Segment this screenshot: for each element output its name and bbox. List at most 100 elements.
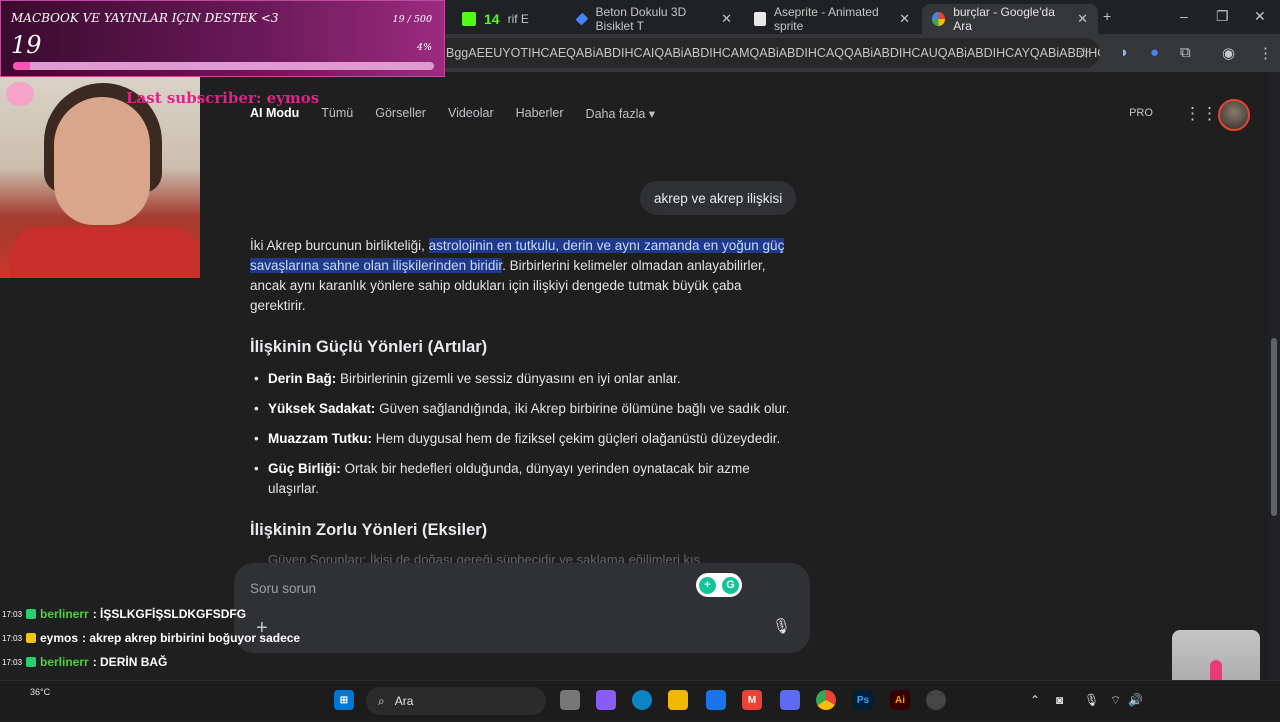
bullet-text: Hem duygusal hem de fiziksel çekim güçle… bbox=[372, 431, 781, 446]
bullet-term: Yüksek Sadakat: bbox=[268, 401, 376, 416]
wifi-icon[interactable]: ⌔ bbox=[1110, 693, 1121, 708]
taskbar-search-label: Ara bbox=[394, 694, 414, 708]
kirby-icon bbox=[6, 82, 34, 106]
weather-widget[interactable]: 36°C bbox=[30, 687, 50, 697]
chat-text: : DERİN BAĞ bbox=[92, 655, 168, 669]
bullet-term: Derin Bağ: bbox=[268, 371, 337, 386]
volume-icon[interactable]: 🔊 bbox=[1128, 693, 1143, 707]
chat-message: 17:03 berlinerr: DERİN BAĞ bbox=[2, 650, 422, 674]
chat-username: berlinerr bbox=[40, 607, 89, 621]
aseprite-icon bbox=[754, 12, 766, 26]
add-icon: + bbox=[699, 576, 716, 594]
microphone-icon[interactable]: 🎙 bbox=[1084, 693, 1099, 707]
webcam-overlay bbox=[0, 77, 200, 278]
tab-label: burçlar - Google'da Ara bbox=[953, 5, 1055, 33]
outlook-icon[interactable] bbox=[706, 690, 726, 710]
shazam-icon[interactable]: ● bbox=[1150, 44, 1159, 61]
tab-label: Beton Dokulu 3D Bisiklet T bbox=[595, 5, 687, 33]
app-icon[interactable] bbox=[926, 690, 946, 710]
scrollbar-thumb[interactable] bbox=[1271, 338, 1277, 516]
pros-list: Derin Bağ: Birbirlerinin gizemli ve sess… bbox=[250, 369, 798, 509]
close-window-button[interactable]: ✕ bbox=[1254, 8, 1266, 25]
chat-message: 17:03 eymos: akrep akrep birbirini boğuyo… bbox=[2, 626, 422, 650]
tab-beton[interactable]: Beton Dokulu 3D Bisiklet T ✕ bbox=[566, 4, 742, 34]
tab-more[interactable]: Daha fazla ▾ bbox=[586, 106, 656, 121]
microphone-icon[interactable]: 🎙 bbox=[772, 617, 791, 635]
chat-text: : İŞSLKGFİŞSLDKGFSDFG bbox=[92, 607, 247, 621]
file-explorer-icon[interactable] bbox=[668, 690, 688, 710]
tab-burclar[interactable]: burçlar - Google'da Ara ✕ bbox=[922, 4, 1098, 34]
goal-progress-track bbox=[13, 62, 434, 70]
bullet-text: Güven sağlandığında, iki Akrep birbirine… bbox=[375, 401, 790, 416]
chat-badge-icon bbox=[26, 633, 36, 643]
webcam-figure bbox=[10, 227, 200, 278]
minimize-button[interactable]: – bbox=[1180, 8, 1188, 24]
tray-chevron-icon[interactable]: ⌃ bbox=[1030, 693, 1040, 707]
google-icon bbox=[932, 12, 946, 26]
maximize-button[interactable]: ❐ bbox=[1216, 8, 1229, 25]
profile-icon[interactable]: ◉ bbox=[1222, 44, 1235, 62]
address-bar[interactable]: BggAEEUYOTIHCAEQABiABDIHCAIQABiABDIHCAMQ… bbox=[430, 38, 1100, 68]
bullet-text: Ortak bir hedefleri olduğunda, dünyayı y… bbox=[268, 461, 750, 496]
tab-label: Aseprite - Animated sprite bbox=[773, 5, 879, 33]
search-icon: ⌕ bbox=[378, 693, 385, 708]
tab-news[interactable]: Haberler bbox=[516, 106, 564, 121]
bullet-term: Muazzam Tutku: bbox=[268, 431, 372, 446]
photoshop-icon[interactable]: Ps bbox=[853, 690, 873, 710]
menu-icon[interactable]: ⋮ bbox=[1258, 44, 1273, 62]
grammarly-icon: G bbox=[722, 576, 739, 594]
gemini-icon bbox=[575, 12, 589, 26]
answer-text: İki Akrep burcunun birlikteliği, bbox=[250, 238, 429, 253]
grammarly-badge[interactable]: + G bbox=[696, 573, 742, 597]
copilot-icon[interactable] bbox=[596, 690, 616, 710]
ai-answer-paragraph: İki Akrep burcunun birlikteliği, astrolo… bbox=[250, 236, 798, 316]
kick-icon bbox=[462, 12, 476, 26]
page-scrollbar[interactable] bbox=[1268, 72, 1280, 680]
chat-username: eymos bbox=[40, 631, 79, 645]
chat-badge-icon bbox=[26, 657, 36, 667]
edge-icon[interactable] bbox=[632, 690, 652, 710]
tab-label: rif E bbox=[507, 12, 529, 26]
chat-time: 17:03 bbox=[2, 609, 23, 619]
search-input[interactable]: Soru sorun bbox=[250, 581, 316, 596]
donation-goal-widget: MACBOOK VE YAYINLAR IÇIN DESTEK <3 19 / … bbox=[0, 0, 445, 77]
extensions-icon[interactable]: ⧉ bbox=[1180, 44, 1191, 61]
chat-badge-icon bbox=[26, 609, 36, 619]
chrome-icon[interactable] bbox=[816, 690, 836, 710]
illustrator-icon[interactable]: Ai bbox=[890, 690, 910, 710]
close-tab-icon[interactable]: ✕ bbox=[1077, 11, 1088, 27]
user-query-bubble: akrep ve akrep ilişkisi bbox=[640, 181, 797, 215]
heading-pros: İlişkinin Güçlü Yönleri (Artılar) bbox=[250, 338, 488, 356]
list-item: Yüksek Sadakat: Güven sağlandığında, iki… bbox=[250, 399, 798, 419]
list-item: Güç Birliği: Ortak bir hedefleri olduğun… bbox=[250, 459, 798, 499]
avatar[interactable] bbox=[1218, 99, 1250, 131]
goal-current: 19 bbox=[11, 31, 42, 59]
app-icon[interactable] bbox=[780, 690, 800, 710]
last-subscriber-label: Last subscriber: eymos bbox=[126, 89, 320, 107]
new-tab-button[interactable]: + bbox=[1103, 8, 1111, 24]
goal-count: 19 / 500 bbox=[392, 14, 432, 25]
start-icon[interactable]: ⊞ bbox=[334, 690, 354, 710]
gmail-icon[interactable]: M bbox=[742, 690, 762, 710]
bookmark-star-icon[interactable]: ☆ bbox=[1077, 44, 1090, 62]
taskbar-search[interactable]: ⌕ Ara bbox=[366, 687, 546, 715]
tab-images[interactable]: Görseller bbox=[375, 106, 426, 121]
goal-title: MACBOOK VE YAYINLAR IÇIN DESTEK <3 bbox=[11, 11, 279, 25]
read-aloud-icon[interactable]: ◗ bbox=[1120, 44, 1129, 61]
task-view-icon[interactable] bbox=[560, 690, 580, 710]
search-nav-tabs: AI Modu Tümü Görseller Videolar Haberler… bbox=[250, 106, 655, 121]
pro-button[interactable]: PRO bbox=[1122, 98, 1160, 128]
discord-icon[interactable]: ◙ bbox=[1056, 693, 1063, 707]
tab-all[interactable]: Tümü bbox=[321, 106, 353, 121]
tab-aseprite[interactable]: Aseprite - Animated sprite ✕ bbox=[744, 4, 920, 34]
tab-kick[interactable]: 14 rif E bbox=[452, 4, 562, 34]
tab-videos[interactable]: Videolar bbox=[448, 106, 494, 121]
close-tab-icon[interactable]: ✕ bbox=[721, 11, 732, 27]
tab-ai-mode[interactable]: AI Modu bbox=[250, 106, 299, 121]
goal-progress-fill bbox=[13, 62, 30, 70]
list-item: Muazzam Tutku: Hem duygusal hem de fizik… bbox=[250, 429, 798, 449]
list-item: Derin Bağ: Birbirlerinin gizemli ve sess… bbox=[250, 369, 798, 389]
close-tab-icon[interactable]: ✕ bbox=[899, 11, 910, 27]
chat-message: 17:03 berlinerr: İŞSLKGFİŞSLDKGFSDFG bbox=[2, 602, 422, 626]
heading-cons: İlişkinin Zorlu Yönleri (Eksiler) bbox=[250, 521, 488, 539]
